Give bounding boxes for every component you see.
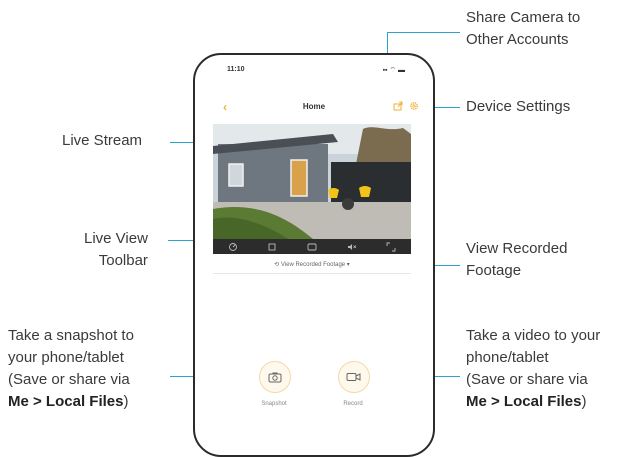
playback-speed-button[interactable] <box>226 241 240 253</box>
history-icon: ⟲ <box>274 262 281 268</box>
callout-view-recorded: View Recorded Footage <box>466 240 568 279</box>
speaker-muted-icon <box>347 243 356 250</box>
expand-icon <box>386 242 396 251</box>
view-recorded-footage-link[interactable]: ⟲ View Recorded Footage ▾ <box>213 257 411 274</box>
camera-icon <box>268 372 282 383</box>
hd-icon <box>307 243 317 250</box>
live-view-toolbar <box>213 239 411 254</box>
callout-video: Take a video to your phone/tablet (Save … <box>466 327 601 410</box>
fullscreen-frame-button[interactable] <box>265 241 279 253</box>
phone-frame: 11:10 ▪▪ ⌔ ▬ ‹ Home ⟲ View Recorded Foot… <box>193 53 435 457</box>
expand-button[interactable] <box>384 241 398 253</box>
live-stream-view[interactable] <box>213 124 411 239</box>
live-stream-image <box>213 124 411 239</box>
callout-share-camera: Share Camera to Other Accounts <box>466 9 581 48</box>
callout-snapshot: Take a snapshot to your phone/tablet (Sa… <box>8 327 134 410</box>
mute-button[interactable] <box>345 241 359 253</box>
status-time: 11:10 <box>227 66 245 73</box>
status-icons: ▪▪ ⌔ ▬ <box>382 67 405 74</box>
share-camera-icon[interactable] <box>393 101 403 111</box>
leader-share <box>387 32 460 33</box>
device-settings-icon[interactable] <box>409 101 419 111</box>
video-camera-icon <box>346 373 361 381</box>
record-label: Record <box>343 401 363 407</box>
quality-button[interactable] <box>305 241 319 253</box>
square-icon <box>268 243 276 250</box>
snapshot-label: Snapshot <box>261 401 287 407</box>
callout-live-view-toolbar: Live View Toolbar <box>84 230 148 269</box>
nav-bar: ‹ Home <box>195 99 433 117</box>
speed-icon <box>228 242 237 251</box>
status-bar: 11:10 ▪▪ ⌔ ▬ <box>195 63 433 77</box>
callout-live-stream: Live Stream <box>62 132 143 149</box>
snapshot-button[interactable] <box>259 361 291 393</box>
record-button[interactable] <box>338 361 370 393</box>
chevron-down-icon: ▾ <box>345 262 350 268</box>
callout-device-settings: Device Settings <box>466 98 571 115</box>
